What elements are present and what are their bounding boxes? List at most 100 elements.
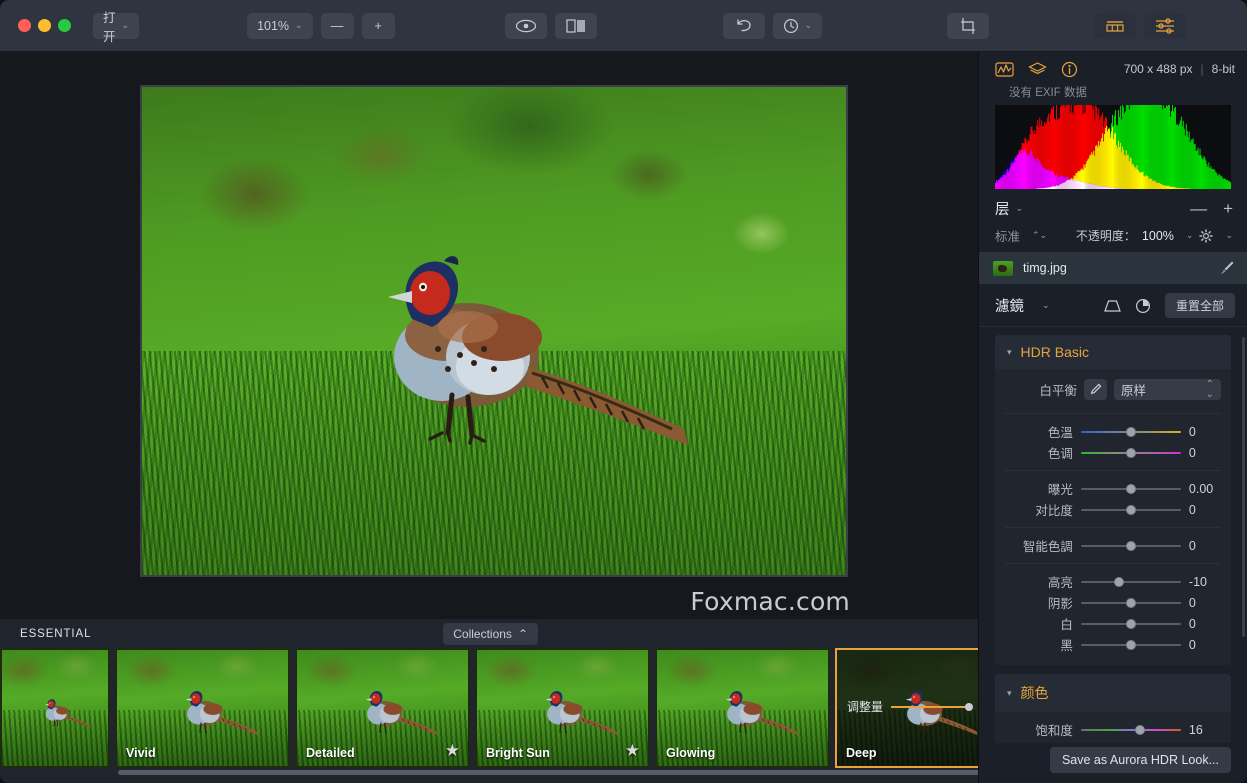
slider-knob[interactable] [1135, 725, 1145, 735]
slider-row[interactable]: 高亮 -10 [1005, 571, 1221, 592]
add-layer-button[interactable]: + [1223, 200, 1233, 217]
crop-icon [958, 17, 978, 35]
top-toolbar: 打开 ⌄ 101% ⌄ — + [0, 0, 1247, 52]
slider-row[interactable]: 对比度 0 [1005, 499, 1221, 520]
filters-actions: 重置全部 [1104, 293, 1235, 318]
caret-down-icon[interactable]: ▾ [1007, 347, 1012, 358]
slider-knob[interactable] [1114, 577, 1124, 587]
open-button[interactable]: 打开 ⌄ [93, 13, 139, 39]
stepper-icon[interactable]: ⌃⌄ [1206, 380, 1214, 400]
plus-icon: + [374, 19, 381, 33]
layer-row[interactable]: timg.jpg [979, 252, 1247, 284]
chevron-down-icon[interactable]: ⌄ [1016, 203, 1024, 214]
caret-down-icon[interactable]: ▾ [1007, 688, 1012, 699]
preset-thumbnail[interactable]: Bright Sun★ [475, 648, 650, 768]
slider-label: 对比度 [1005, 500, 1073, 519]
amount-track[interactable] [891, 706, 970, 708]
slider-knob[interactable] [1126, 448, 1136, 458]
undo-button[interactable] [723, 13, 765, 39]
collections-button[interactable]: Collections ⌃ [443, 623, 538, 645]
presets-thumbnail-list[interactable]: VividDetailed★Bright Sun★GlowingDeep★ 调整… [0, 648, 1010, 768]
maximize-window-button[interactable] [58, 19, 71, 32]
zoom-level-dropdown[interactable]: 101% ⌄ [247, 13, 313, 39]
preset-thumbnail[interactable]: Glowing [655, 648, 830, 768]
filter-section-header[interactable]: ▾ HDR Basic [995, 335, 1231, 369]
eyedropper-icon[interactable] [1084, 379, 1107, 400]
slider-knob[interactable] [1126, 427, 1136, 437]
layers-icon[interactable] [1028, 61, 1047, 78]
slider-track[interactable] [1081, 545, 1181, 547]
slider-row[interactable]: 黑 0 [1005, 634, 1221, 655]
transform-icon[interactable] [1104, 299, 1121, 313]
before-after-compare-button[interactable] [555, 13, 597, 39]
slider-row[interactable]: 色调 0 [1005, 442, 1221, 463]
panel-scrollbar[interactable] [1242, 337, 1245, 637]
preset-name: Vivid [126, 746, 156, 760]
history-button[interactable]: ⌄ [773, 13, 823, 39]
image-metadata: 700 x 488 px | 8-bit [1124, 62, 1235, 76]
info-icon[interactable] [1061, 61, 1078, 78]
filters-scroll-body[interactable]: ▾ HDR Basic 白平衡 原样 ⌃⌄ 色溫 0 色调 [979, 327, 1247, 743]
filter-section-header[interactable]: ▾ 颜色 [995, 674, 1231, 712]
slider-row[interactable]: 曝光 0.00 [1005, 478, 1221, 499]
preset-name: Glowing [666, 746, 715, 760]
chevron-down-icon[interactable]: ⌄ [1186, 230, 1194, 241]
slider-track[interactable] [1081, 729, 1181, 731]
slider-row[interactable]: 白 0 [1005, 613, 1221, 634]
slider-knob[interactable] [1126, 541, 1136, 551]
open-button-label: 打开 [103, 7, 116, 45]
amount-knob[interactable] [965, 703, 973, 711]
slider-row[interactable]: 智能色調 0 [1005, 535, 1221, 556]
looks-panel-button[interactable] [1094, 13, 1136, 39]
minimize-window-button[interactable] [38, 19, 51, 32]
gear-icon[interactable] [1199, 229, 1213, 243]
slider-knob[interactable] [1126, 484, 1136, 494]
slider-row[interactable]: 自然饱和度 0 [1005, 740, 1221, 743]
preset-thumbnail[interactable] [0, 648, 110, 768]
slider-row[interactable]: 饱和度 16 [1005, 719, 1221, 740]
amount-label: 调整量 [847, 698, 883, 715]
blend-mode-value[interactable]: 标准 [995, 226, 1020, 245]
slider-track[interactable] [1081, 509, 1181, 511]
histogram-icon[interactable] [995, 61, 1014, 78]
slider-track[interactable] [1081, 581, 1181, 583]
remove-layer-button[interactable]: — [1190, 200, 1207, 217]
slider-knob[interactable] [1126, 619, 1136, 629]
slider-row[interactable]: 阴影 0 [1005, 592, 1221, 613]
preset-thumbnail[interactable]: Vivid [115, 648, 290, 768]
brush-icon[interactable] [1217, 259, 1235, 277]
slider-track[interactable] [1081, 431, 1181, 433]
save-aurora-look-button[interactable]: Save as Aurora HDR Look... [1050, 747, 1231, 773]
stepper-icon[interactable]: ⌃⌄ [1032, 230, 1047, 241]
slider-knob[interactable] [1126, 640, 1136, 650]
zoom-in-button[interactable]: + [362, 13, 395, 39]
favorite-star-icon[interactable]: ★ [445, 741, 460, 761]
crop-tool-button[interactable] [947, 13, 989, 39]
preview-toggle-button[interactable] [505, 13, 547, 39]
white-balance-preset-select[interactable]: 原样 ⌃⌄ [1114, 379, 1221, 400]
chevron-down-icon[interactable]: ⌄ [1225, 230, 1233, 241]
favorite-star-icon[interactable]: ★ [625, 741, 640, 761]
opacity-value[interactable]: 100% [1142, 229, 1174, 243]
adjustments-panel-button[interactable] [1144, 13, 1186, 39]
aperture-icon[interactable] [1135, 298, 1151, 314]
zoom-out-button[interactable]: — [321, 13, 354, 39]
collections-button-label: Collections [453, 627, 512, 641]
preset-thumbnail[interactable]: Detailed★ [295, 648, 470, 768]
presets-header: ESSENTIAL Collections ⌃ [0, 619, 978, 648]
slider-track[interactable] [1081, 602, 1181, 604]
filter-section: ▾ HDR Basic 白平衡 原样 ⌃⌄ 色溫 0 色调 [995, 335, 1231, 665]
image-canvas-area[interactable]: Foxmac.com [0, 52, 978, 619]
opacity-label: 不透明度： [1076, 227, 1136, 244]
slider-label: 自然饱和度 [1005, 741, 1073, 743]
slider-track[interactable] [1081, 488, 1181, 490]
reset-all-button[interactable]: 重置全部 [1165, 293, 1235, 318]
slider-knob[interactable] [1126, 505, 1136, 515]
slider-knob[interactable] [1126, 598, 1136, 608]
slider-track[interactable] [1081, 623, 1181, 625]
slider-track[interactable] [1081, 644, 1181, 646]
close-window-button[interactable] [18, 19, 31, 32]
chevron-down-icon[interactable]: ⌄ [1042, 300, 1050, 311]
slider-row[interactable]: 色溫 0 [1005, 421, 1221, 442]
slider-track[interactable] [1081, 452, 1181, 454]
